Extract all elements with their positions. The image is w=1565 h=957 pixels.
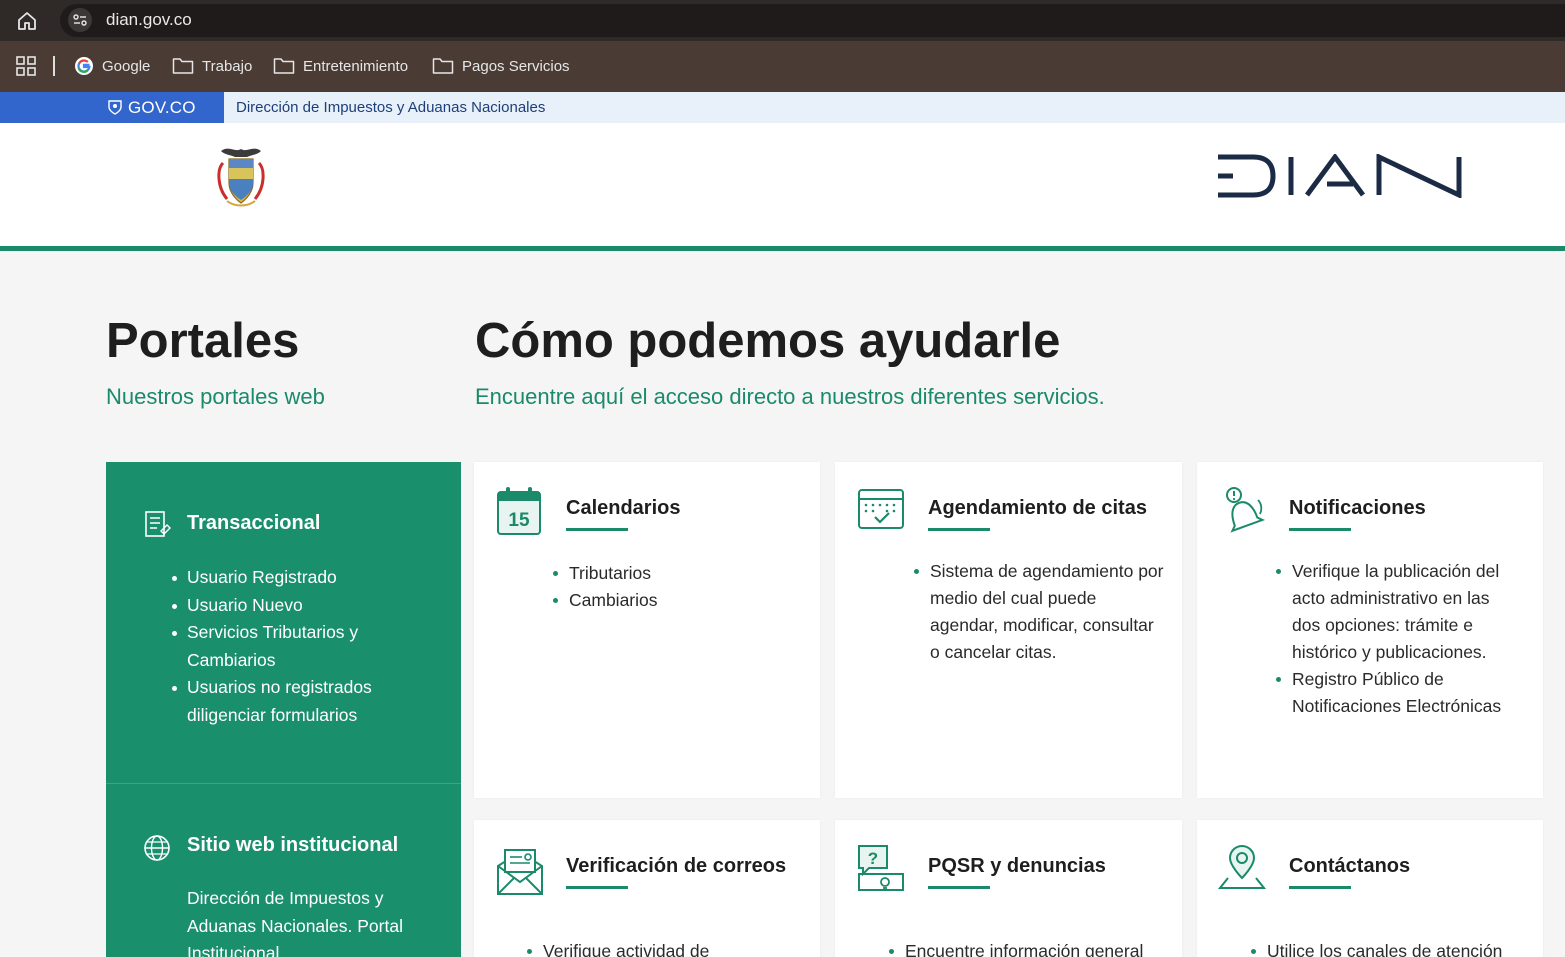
panel-divider (106, 783, 461, 784)
question-chat-icon: ? (858, 845, 904, 891)
bookmark-label: Entretenimiento (303, 57, 409, 75)
globe-icon (144, 835, 170, 861)
folder-icon (273, 58, 295, 74)
location-pin-icon (1218, 845, 1266, 889)
portales-subtitle: Nuestros portales web (106, 384, 325, 409)
notification-bell-icon (1226, 487, 1266, 533)
bookmark-label: Pagos Servicios (462, 57, 570, 75)
envelope-icon (497, 849, 543, 895)
calendar-icon: 15 (497, 487, 541, 535)
ayuda-title: Cómo podemos ayudarle (475, 314, 1061, 368)
portales-title: Portales (106, 314, 300, 368)
appointment-calendar-icon (858, 489, 904, 529)
bookmark-label: Google (102, 57, 151, 75)
folder-icon (432, 58, 454, 74)
agendamiento-title: Agendamiento de citas (928, 497, 1147, 519)
pqsr-title: PQSR y denuncias (928, 855, 1106, 877)
ayuda-subtitle: Encuentre aquí el acceso directo a nuest… (475, 384, 1105, 409)
calendarios-title: Calendarios (566, 497, 681, 519)
list-item[interactable]: Verifique actividad de (527, 938, 773, 957)
list-item[interactable]: Registro Público de Notificaciones Elect… (1276, 666, 1522, 720)
pqsr-list: Encuentre información general (889, 938, 1155, 957)
gov-shield-icon (108, 100, 122, 115)
title-underline (566, 886, 628, 889)
coat-of-arms-icon[interactable] (211, 143, 271, 209)
document-icon (145, 511, 171, 537)
list-item[interactable]: Tributarios (553, 560, 799, 587)
gov-entity-name: Dirección de Impuestos y Aduanas Naciona… (236, 99, 546, 116)
list-item[interactable]: Servicios Tributarios y Cambiarios (172, 619, 437, 674)
header-divider (0, 246, 1565, 251)
agendamiento-list: Sistema de agendamiento por medio del cu… (914, 558, 1165, 666)
bookmark-trabajo[interactable]: Trabajo (172, 55, 252, 77)
list-item[interactable]: Utilice los canales de atención (1251, 938, 1517, 957)
bookmarks-divider (53, 56, 55, 76)
svg-text:?: ? (868, 849, 878, 868)
verificacion-correos-title: Verificación de correos (566, 855, 787, 877)
gov-bar (0, 92, 1565, 123)
bookmark-entretenimiento[interactable]: Entretenimiento (273, 55, 408, 77)
list-item[interactable]: Usuarios no registrados diligenciar form… (172, 674, 437, 729)
list-item[interactable]: Usuario Registrado (172, 564, 437, 592)
list-item[interactable]: Sistema de agendamiento por medio del cu… (914, 558, 1165, 666)
title-underline (1289, 886, 1351, 889)
notificaciones-list: Verifique la publicación del acto admini… (1276, 558, 1522, 720)
verificacion-correos-list: Verifique actividad de (527, 938, 773, 957)
sitio-web-description[interactable]: Dirección de Impuestos y Aduanas Naciona… (187, 885, 427, 957)
bookmark-label: Trabajo (202, 57, 253, 75)
google-icon (75, 57, 93, 75)
url-text[interactable]: dian.gov.co (106, 10, 192, 30)
notificaciones-title: Notificaciones (1289, 497, 1426, 519)
url-field[interactable] (60, 4, 1565, 37)
folder-icon (172, 58, 194, 74)
transaccional-list: Usuario Registrado Usuario Nuevo Servici… (172, 564, 437, 729)
home-icon[interactable] (16, 10, 38, 32)
contactanos-list: Utilice los canales de atención (1251, 938, 1517, 957)
list-item[interactable]: Encuentre información general (889, 938, 1155, 957)
bookmark-pagos-servicios[interactable]: Pagos Servicios (432, 55, 570, 77)
title-underline (566, 528, 628, 531)
list-item[interactable]: Cambiarios (553, 587, 799, 614)
dian-logo[interactable] (1215, 154, 1465, 198)
sitio-web-title[interactable]: Sitio web institucional (187, 834, 398, 857)
transaccional-title[interactable]: Transaccional (187, 512, 320, 535)
apps-grid-icon[interactable] (16, 56, 36, 76)
contactanos-title: Contáctanos (1289, 855, 1411, 877)
bookmark-google[interactable]: Google (74, 55, 150, 77)
calendarios-list: Tributarios Cambiarios (553, 560, 799, 614)
svg-text:15: 15 (508, 510, 530, 531)
title-underline (928, 528, 990, 531)
list-item[interactable]: Verifique la publicación del acto admini… (1276, 558, 1522, 666)
title-underline (928, 886, 990, 889)
gov-co-text[interactable]: GOV.CO (128, 98, 196, 118)
list-item[interactable]: Usuario Nuevo (172, 592, 437, 620)
site-settings-icon[interactable] (68, 8, 92, 32)
title-underline (1289, 528, 1351, 531)
